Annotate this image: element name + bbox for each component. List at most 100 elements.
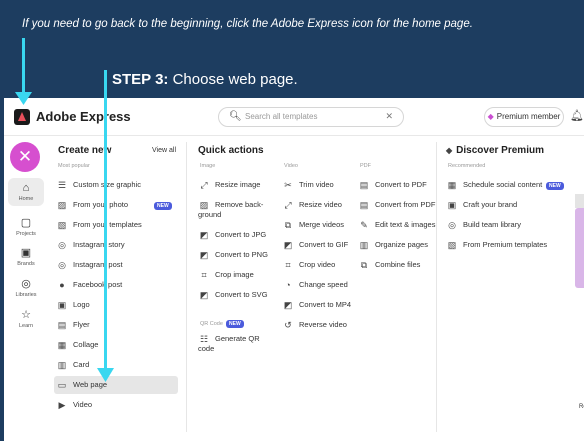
action-convert-png[interactable]: ◩ Convert to PNG <box>198 250 268 260</box>
create-item-flyer[interactable]: ▤ Flyer <box>56 320 90 330</box>
photo-icon: ▨ <box>57 200 67 211</box>
premium-from-templates[interactable]: ▧ From Premium templates <box>446 240 547 250</box>
step-number: STEP 3: <box>112 71 169 88</box>
action-generate-qr[interactable]: ☷ Generate QR code <box>198 334 264 354</box>
action-merge-videos[interactable]: ⧉ Merge videos <box>282 220 344 230</box>
premium-schedule-social[interactable]: ▦ Schedule social content <box>446 180 542 190</box>
qr-code-icon: ☷ <box>199 334 209 344</box>
convert-video-icon: ◩ <box>283 240 293 251</box>
home-arrow-line <box>22 38 25 98</box>
step-text: Choose web page. <box>172 71 298 88</box>
action-convert-to-pdf[interactable]: ▤ Convert to PDF <box>358 180 427 190</box>
create-item-from-photo[interactable]: ▨ From your photo <box>56 200 128 210</box>
rail-item-projects[interactable]: ▢ Projects <box>4 216 48 237</box>
action-convert-jpg[interactable]: ◩ Convert to JPG <box>198 230 267 241</box>
create-item-custom-size[interactable]: ☰ Custom size graphic <box>56 180 141 190</box>
action-crop-video[interactable]: ⌗ Crop video <box>282 260 335 270</box>
left-rail: ✕ ⌂ Home ▢ Projects ▣ Brands ◎ Libraries ☆ Le… <box>4 136 48 441</box>
convert-video-icon: ◩ <box>283 300 293 311</box>
create-item-instagram-story[interactable]: ◎ Instagram story <box>56 240 125 250</box>
bell-icon[interactable]: 🔔︎ <box>570 109 584 122</box>
action-convert-from-pdf[interactable]: ▤ Convert from PDF <box>358 200 436 210</box>
action-edit-text-images[interactable]: ✎ Edit text & images <box>358 220 435 230</box>
video-section-label: Video <box>284 163 298 169</box>
lightbulb-icon: ☆ <box>21 309 31 321</box>
rail-item-label: Brands <box>17 261 35 267</box>
search-box[interactable]: 🔍︎ Search all templates ✕ <box>218 107 404 127</box>
action-organize-pages[interactable]: ▥ Organize pages <box>358 240 428 250</box>
flyer-icon: ▤ <box>57 320 67 331</box>
edit-text-icon: ✎ <box>360 220 368 231</box>
action-convert-gif[interactable]: ◩ Convert to GIF <box>282 240 348 250</box>
view-all-link[interactable]: View all <box>152 147 176 154</box>
premium-crown-icon: ◆ <box>487 112 494 121</box>
search-placeholder: Search all templates <box>245 112 318 121</box>
templates-icon: ▧ <box>57 220 67 231</box>
close-create-button[interactable]: ✕ <box>10 142 40 172</box>
create-item-collage[interactable]: ▦ Collage <box>56 340 99 351</box>
adobe-express-logo-icon[interactable] <box>14 109 30 125</box>
action-crop-image[interactable]: ⌗ Crop image <box>198 270 253 280</box>
templates-icon: ▧ <box>447 240 457 251</box>
create-item-card[interactable]: ▥ Card <box>56 360 90 371</box>
create-item-logo[interactable]: ▣ Logo <box>56 300 90 310</box>
instruction-caption: If you need to go back to the beginning,… <box>22 18 473 30</box>
instagram-icon: ◎ <box>58 260 66 271</box>
rail-item-libraries[interactable]: ◎ Libraries <box>4 277 48 298</box>
card-icon: ▥ <box>57 360 67 371</box>
rail-item-label: Home <box>18 196 34 202</box>
action-reverse-video[interactable]: ↺ Reverse video <box>282 320 347 330</box>
discover-premium-title: ◆ Discover Premium <box>446 145 544 156</box>
create-item-video[interactable]: ▶ Video <box>56 400 93 410</box>
premium-craft-brand[interactable]: ▣ Craft your brand <box>446 200 517 210</box>
rail-item-brands[interactable]: ▣ Brands <box>4 246 48 267</box>
speed-icon: ◔ <box>285 280 291 291</box>
action-trim-video[interactable]: ✂ Trim video <box>282 180 334 190</box>
action-resize-video[interactable]: ⤢ Resize video <box>282 200 342 210</box>
new-badge: NEW <box>226 320 244 328</box>
resize-icon: ⤢ <box>200 180 208 191</box>
organize-pages-icon: ▥ <box>359 240 369 251</box>
premium-member-label: Premium member <box>496 112 561 121</box>
background-banner-edge <box>575 208 584 288</box>
merge-icon: ⧉ <box>284 220 292 231</box>
action-change-speed[interactable]: ◔ Change speed <box>282 280 348 290</box>
cloud-icon: ◎ <box>21 278 31 290</box>
collage-icon: ▦ <box>57 340 67 351</box>
rail-item-home[interactable]: ⌂ Home <box>8 178 44 206</box>
convert-image-icon: ◩ <box>199 230 209 241</box>
convert-image-icon: ◩ <box>199 290 209 301</box>
background-content-edge <box>575 194 584 208</box>
create-item-from-templates[interactable]: ▧ From your templates <box>56 220 142 230</box>
column-divider <box>186 142 187 432</box>
column-divider <box>436 142 437 432</box>
calendar-icon: ▦ <box>447 180 457 191</box>
create-item-instagram-post[interactable]: ◎ Instagram post <box>56 260 123 270</box>
image-section-label: Image <box>200 163 216 169</box>
rail-item-label: Libraries <box>15 292 37 298</box>
premium-crown-icon: ◆ <box>446 146 453 155</box>
action-convert-svg[interactable]: ◩ Convert to SVG <box>198 290 268 300</box>
create-item-web-page[interactable]: ▭ Web page <box>54 376 178 394</box>
action-convert-mp4[interactable]: ◩ Convert to MP4 <box>282 300 351 310</box>
action-combine-files[interactable]: ⧉ Combine files <box>358 260 421 270</box>
clear-icon[interactable]: ✕ <box>385 111 393 122</box>
premium-build-team-library[interactable]: ◎ Build team library <box>446 220 521 230</box>
brand-name[interactable]: Adobe Express <box>36 109 131 124</box>
crop-icon: ⌗ <box>285 260 291 271</box>
resize-icon: ⤢ <box>284 200 292 211</box>
sliders-icon: ☰ <box>57 180 67 191</box>
pdf-section-label: PDF <box>360 163 371 169</box>
trim-icon: ✂ <box>284 180 292 191</box>
action-resize-image[interactable]: ⤢ Resize image <box>198 180 260 190</box>
home-icon: ⌂ <box>22 182 30 194</box>
premium-member-button[interactable]: ◆ Premium member <box>484 107 564 127</box>
background-text-fragment: Re <box>579 404 584 410</box>
brand-icon: ▣ <box>447 200 457 211</box>
action-remove-background[interactable]: ▨ Remove back- ground <box>198 200 264 220</box>
remove-background-icon: ▨ <box>199 200 209 210</box>
rail-item-learn[interactable]: ☆ Learn <box>4 308 48 329</box>
create-item-facebook-post[interactable]: ● Facebook post <box>56 280 122 290</box>
adobe-express-window: Adobe Express 🔍︎ Search all templates ✕ … <box>4 98 584 441</box>
webpage-icon: ▭ <box>57 380 67 391</box>
